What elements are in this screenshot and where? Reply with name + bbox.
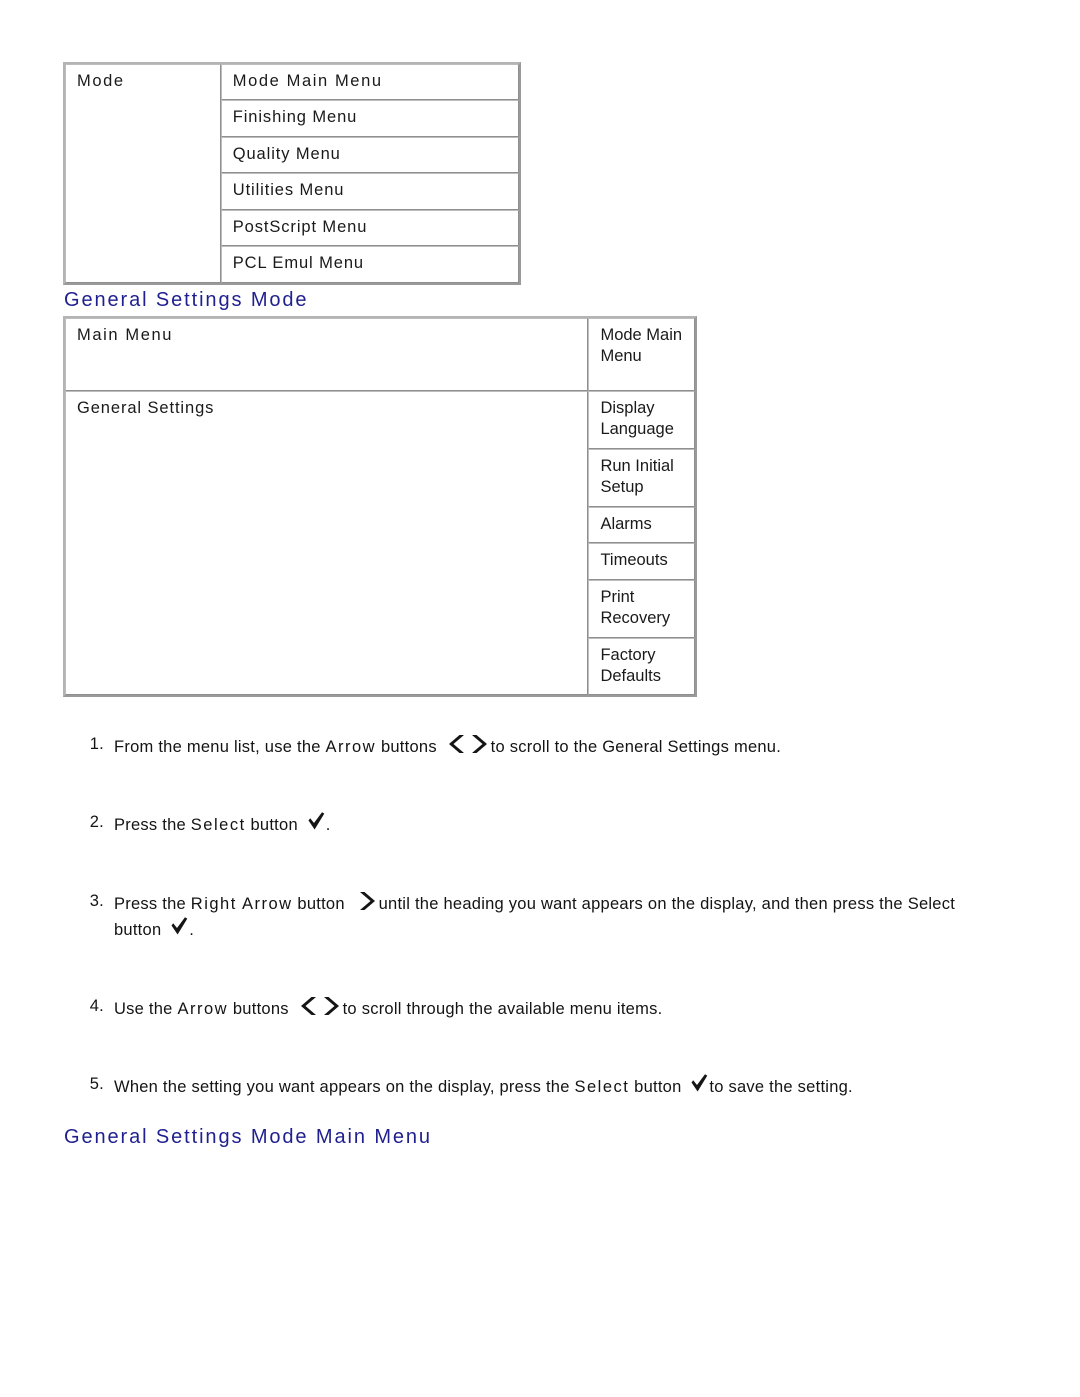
checkmark-icon bbox=[307, 811, 326, 833]
submenu-label: Alarms bbox=[600, 514, 652, 533]
main-menu-cell: Main Menu bbox=[65, 318, 589, 391]
step-spacer bbox=[78, 1021, 998, 1073]
mode-menu-item-cell: Mode Main Menu bbox=[220, 64, 519, 101]
mode-main-menu-label: Mode Main Menu bbox=[600, 326, 683, 366]
step-text-a: Press the bbox=[114, 816, 191, 835]
heading-general-settings-mode-main-menu: General Settings Mode Main Menu bbox=[64, 1126, 432, 1148]
step-text-c: to scroll to the General Settings menu. bbox=[490, 738, 782, 756]
mode-menu-item-label: PostScript Menu bbox=[232, 217, 368, 236]
mode-menu-item-label: Utilities Menu bbox=[232, 181, 345, 200]
step-emphasis: Select bbox=[190, 816, 246, 835]
list-item: 3. Press the Right Arrow button until th… bbox=[78, 890, 998, 943]
step-text-a: From the menu list, use the bbox=[114, 738, 326, 756]
submenu-label: Display Language bbox=[600, 399, 674, 439]
list-item: 5. When the setting you want appears on … bbox=[78, 1073, 998, 1099]
step-text-c: until the heading you want appears on th… bbox=[378, 894, 908, 913]
submenu-label: Factory Defaults bbox=[600, 645, 661, 685]
step-number: 1. bbox=[89, 735, 104, 753]
document-page: Mode Mode Main Menu Finishing Menu Quali… bbox=[0, 0, 1080, 1397]
mode-menu-item-cell: PostScript Menu bbox=[220, 209, 519, 247]
checkmark-icon bbox=[690, 1073, 709, 1095]
step-spacer bbox=[78, 838, 998, 890]
arrows-left-right-icon bbox=[447, 733, 489, 755]
general-settings-cell: General Settings bbox=[65, 391, 589, 696]
general-settings-table: Main Menu Mode Main Menu General Setting… bbox=[63, 316, 697, 698]
step-text-c: to scroll through the available menu ite… bbox=[342, 999, 663, 1018]
step-number: 2. bbox=[89, 813, 104, 832]
step-text-b: buttons bbox=[228, 999, 294, 1018]
step-text-b: button bbox=[245, 816, 303, 835]
step-emphasis: Arrow bbox=[325, 738, 377, 756]
general-settings-label: General Settings bbox=[77, 399, 215, 417]
step-emphasis: Right Arrow bbox=[190, 894, 293, 913]
step-spacer bbox=[78, 943, 998, 995]
mode-menu-item-label: Finishing Menu bbox=[232, 108, 358, 127]
instruction-steps-list: 1. From the menu list, use the Arrow but… bbox=[78, 733, 998, 1100]
list-item: 1. From the menu list, use the Arrow but… bbox=[78, 733, 998, 759]
submenu-cell-alarms: Alarms bbox=[588, 506, 695, 544]
mode-menu-item-cell: Quality Menu bbox=[220, 136, 519, 174]
step-text-b: button bbox=[629, 1078, 687, 1097]
step-text-a: Use the bbox=[114, 999, 178, 1018]
main-menu-label: Main Menu bbox=[77, 326, 174, 344]
mode-menu-item-cell: Finishing Menu bbox=[220, 100, 519, 137]
heading-general-settings-mode: General Settings Mode bbox=[64, 289, 309, 311]
step-emphasis: Arrow bbox=[177, 999, 229, 1018]
submenu-cell-print-recovery: Print Recovery bbox=[588, 579, 695, 638]
step-emphasis: Select bbox=[574, 1078, 630, 1097]
checkmark-icon bbox=[170, 916, 189, 938]
mode-label: Mode bbox=[77, 72, 125, 90]
step-text-e: . bbox=[189, 921, 195, 940]
mode-menu-item-cell: Utilities Menu bbox=[220, 173, 519, 210]
step-number: 4. bbox=[89, 996, 104, 1015]
list-item: 4. Use the Arrow buttons to scroll throu… bbox=[78, 995, 998, 1021]
submenu-label: Timeouts bbox=[600, 551, 668, 570]
mode-menu-table: Mode Mode Main Menu Finishing Menu Quali… bbox=[63, 62, 521, 285]
list-item: 2. Press the Select button . bbox=[78, 811, 998, 837]
submenu-cell-run-initial-setup: Run Initial Setup bbox=[588, 448, 695, 507]
mode-menu-item-cell: PCL Emul Menu bbox=[220, 246, 519, 283]
step-text-a: When the setting you want appears on the… bbox=[114, 1078, 575, 1097]
submenu-cell-display-language: Display Language bbox=[588, 391, 695, 449]
step-number: 3. bbox=[89, 891, 104, 910]
table-row: General Settings Display Language bbox=[65, 391, 695, 696]
step-text-b: button bbox=[292, 894, 350, 913]
submenu-label: Run Initial Setup bbox=[600, 456, 674, 497]
table-row: Mode Mode Main Menu bbox=[65, 64, 519, 283]
submenu-cell-factory-defaults: Factory Defaults bbox=[588, 637, 695, 696]
step-text-a: Press the bbox=[114, 894, 191, 913]
mode-label-cell: Mode bbox=[65, 64, 221, 283]
mode-menu-item-label: Mode Main Menu bbox=[232, 72, 383, 90]
table-row: Main Menu Mode Main Menu bbox=[65, 318, 695, 391]
step-text-c: . bbox=[325, 816, 331, 835]
mode-main-menu-cell: Mode Main Menu bbox=[588, 318, 695, 391]
step-spacer bbox=[78, 759, 998, 811]
submenu-label: Print Recovery bbox=[600, 587, 671, 628]
step-text-c: to save the setting. bbox=[709, 1078, 853, 1097]
step-text-b: buttons bbox=[376, 738, 442, 756]
arrow-right-icon bbox=[355, 890, 377, 912]
mode-menu-item-label: PCL Emul Menu bbox=[232, 254, 364, 273]
submenu-cell-timeouts: Timeouts bbox=[588, 543, 695, 580]
step-number: 5. bbox=[89, 1075, 104, 1094]
mode-menu-item-label: Quality Menu bbox=[232, 144, 341, 163]
arrows-left-right-icon bbox=[299, 995, 341, 1017]
